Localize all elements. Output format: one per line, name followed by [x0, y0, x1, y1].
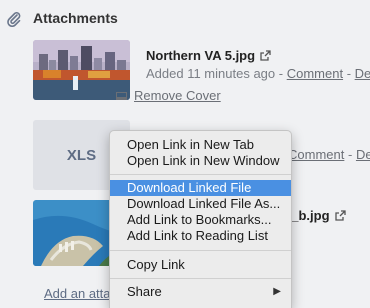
menu-separator: [110, 174, 291, 175]
remove-cover-text[interactable]: Remove Cover: [134, 88, 221, 103]
context-menu: Open Link in New Tab Open Link in New Wi…: [109, 130, 292, 308]
attachment-meta: Added 11 minutes ago - Comment - Dele: [146, 66, 370, 81]
comment-link[interactable]: Comment: [287, 66, 343, 81]
add-attachment-link[interactable]: Add an atta: [44, 286, 111, 301]
menu-item-share[interactable]: Share ▶: [110, 284, 291, 300]
delete-link[interactable]: Dele: [356, 147, 370, 162]
card-icon: [116, 92, 127, 100]
menu-separator: [110, 278, 291, 279]
menu-item-download-linked-file-as[interactable]: Download Linked File As...: [110, 196, 291, 212]
submenu-arrow-icon: ▶: [273, 286, 281, 297]
external-link-icon[interactable]: [334, 210, 346, 221]
paperclip-icon: [7, 12, 21, 27]
added-time: Added 11 minutes ago -: [146, 66, 284, 81]
attachment-name[interactable]: Northern VA 5.jpg: [146, 48, 271, 63]
menu-item-add-to-bookmarks[interactable]: Add Link to Bookmarks...: [110, 212, 291, 228]
attachment-meta: Comment - Dele: [288, 147, 370, 162]
external-link-icon[interactable]: [260, 50, 271, 61]
menu-separator: [110, 250, 291, 251]
attachment-name[interactable]: c_b.jpg: [284, 208, 346, 223]
remove-cover-link[interactable]: Remove Cover: [116, 88, 221, 103]
attachment-name-text[interactable]: Northern VA 5.jpg: [146, 48, 255, 63]
menu-item-open-new-window[interactable]: Open Link in New Window: [110, 153, 291, 169]
delete-link[interactable]: Dele: [355, 66, 370, 81]
menu-item-add-to-reading-list[interactable]: Add Link to Reading List: [110, 228, 291, 244]
attachments-title: Attachments: [33, 10, 118, 26]
menu-item-copy-link[interactable]: Copy Link: [110, 257, 291, 273]
comment-link[interactable]: Comment: [288, 147, 344, 162]
menu-item-download-linked-file[interactable]: Download Linked File: [110, 180, 291, 196]
file-type-label: XLS: [66, 146, 97, 164]
menu-item-open-new-tab[interactable]: Open Link in New Tab: [110, 137, 291, 153]
